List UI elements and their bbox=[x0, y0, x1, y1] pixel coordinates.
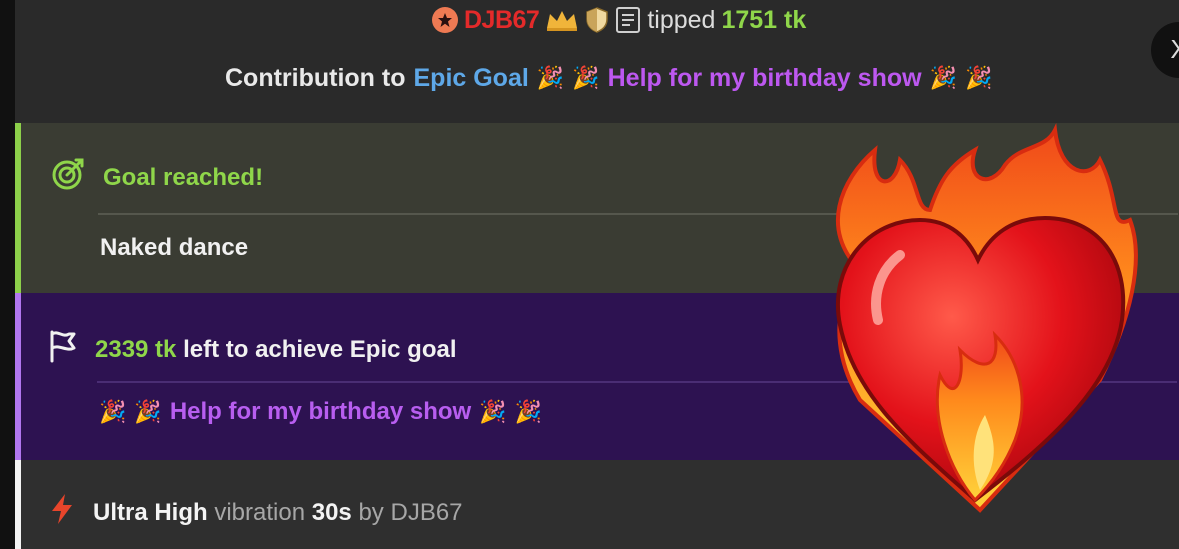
remaining-text: left to achieve Epic goal bbox=[183, 335, 457, 363]
flaming-heart-sticker bbox=[835, 123, 1138, 513]
by-label: by bbox=[358, 498, 384, 526]
vibration-line: Ultra High vibration 30s by DJB67 bbox=[47, 492, 463, 533]
target-icon bbox=[51, 157, 85, 198]
party-popper-icon: 🎉 bbox=[479, 399, 507, 424]
contribution-goal-name: Help for my birthday show bbox=[607, 63, 922, 92]
contribution-label: Contribution to bbox=[225, 63, 406, 92]
party-popper-icon: 🎉 bbox=[572, 65, 600, 90]
document-icon bbox=[615, 6, 641, 34]
epic-goal-heading: 2339 tk left to achieve Epic goal bbox=[47, 329, 457, 370]
reached-goal-item: Naked dance bbox=[100, 234, 249, 261]
vibration-level: Ultra High bbox=[93, 498, 208, 526]
close-button[interactable]: X bbox=[1151, 22, 1179, 78]
party-popper-icon: 🎉 bbox=[964, 65, 993, 90]
star-badge-icon bbox=[432, 7, 458, 33]
party-popper-icon: 🎉 bbox=[929, 65, 957, 90]
vibration-user[interactable]: DJB67 bbox=[390, 499, 462, 526]
vibration-duration: 30s bbox=[311, 498, 352, 526]
tipped-label: tipped bbox=[647, 5, 716, 34]
party-popper-icon: 🎉 bbox=[134, 399, 162, 424]
epic-goal-name: Help for my birthday show bbox=[169, 398, 472, 425]
lightning-icon bbox=[47, 492, 77, 533]
chat-panel: DJB67 tipped 1751 tk Contribution to Epi… bbox=[0, 0, 1179, 549]
party-popper-icon: 🎉 bbox=[514, 399, 542, 424]
svg-text:X: X bbox=[1170, 35, 1179, 64]
vibration-type: vibration bbox=[214, 498, 306, 526]
epic-goal-name-row: 🎉 🎉 Help for my birthday show 🎉 🎉 bbox=[99, 398, 542, 426]
goal-reached-heading: Goal reached! bbox=[51, 157, 263, 198]
tip-message: DJB67 tipped 1751 tk Contribution to Epi… bbox=[15, 0, 1179, 123]
contribution-line: Contribution to Epic Goal 🎉 🎉 Help for m… bbox=[225, 58, 992, 98]
party-popper-icon: 🎉 bbox=[99, 399, 127, 424]
goal-reached-title: Goal reached! bbox=[103, 163, 264, 191]
left-strip bbox=[0, 0, 15, 549]
tip-amount: 1751 tk bbox=[721, 5, 807, 34]
crown-icon bbox=[545, 8, 579, 32]
close-icon: X bbox=[1170, 35, 1179, 64]
remaining-amount: 2339 tk bbox=[95, 335, 177, 363]
flag-icon bbox=[47, 329, 79, 370]
party-popper-icon: 🎉 bbox=[536, 65, 565, 90]
shield-icon bbox=[585, 7, 609, 33]
tip-line: DJB67 tipped 1751 tk bbox=[432, 2, 806, 38]
tipper-username[interactable]: DJB67 bbox=[464, 6, 540, 35]
epic-goal-link[interactable]: Epic Goal bbox=[414, 64, 529, 93]
